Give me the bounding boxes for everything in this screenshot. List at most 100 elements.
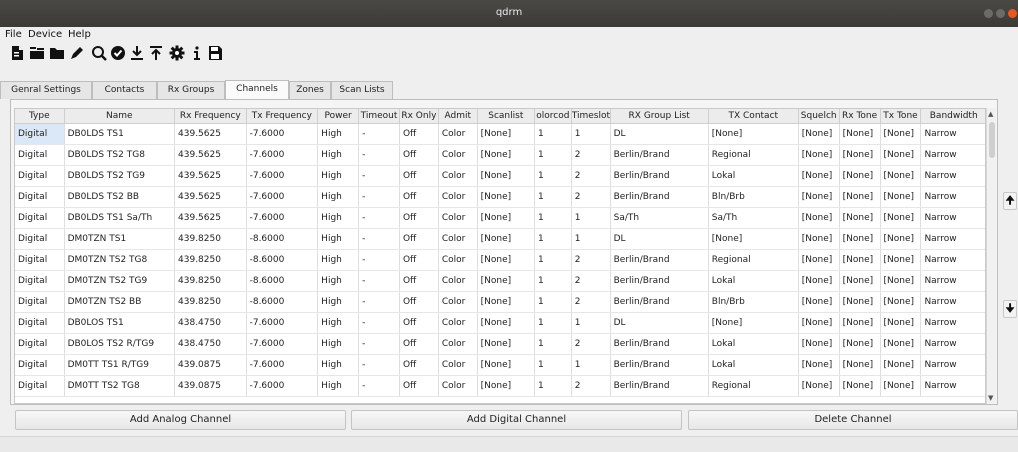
- table-cell[interactable]: Berlin/Brand: [610, 270, 709, 292]
- table-cell[interactable]: 439.8250: [174, 228, 247, 250]
- table-cell[interactable]: Narrow: [920, 312, 985, 334]
- table-cell[interactable]: [None]: [798, 207, 840, 229]
- column-header[interactable]: Tx Tone: [880, 109, 922, 124]
- table-cell[interactable]: Lokal: [708, 333, 799, 355]
- table-cell[interactable]: Off: [399, 228, 439, 250]
- table-cell[interactable]: 1: [534, 312, 572, 334]
- table-cell[interactable]: 1: [534, 270, 572, 292]
- table-cell[interactable]: Bln/Brb: [708, 291, 799, 313]
- column-header[interactable]: Timeout: [358, 109, 400, 124]
- table-cell[interactable]: DL: [610, 312, 709, 334]
- menu-file[interactable]: File: [5, 29, 22, 40]
- table-cell[interactable]: [None]: [880, 249, 922, 271]
- vertical-scrollbar[interactable]: ▲ ▼: [986, 108, 996, 404]
- tab-channels[interactable]: Channels: [225, 80, 289, 99]
- column-header[interactable]: Tx Frequency: [246, 109, 319, 124]
- table-cell[interactable]: [None]: [477, 270, 535, 292]
- column-header[interactable]: Type: [15, 109, 65, 124]
- table-cell[interactable]: [None]: [839, 312, 881, 334]
- table-cell[interactable]: DM0TZN TS2 TG8: [64, 249, 176, 271]
- table-cell[interactable]: Color: [438, 228, 478, 250]
- table-cell[interactable]: Color: [438, 144, 478, 166]
- table-cell[interactable]: [None]: [477, 354, 535, 376]
- table-cell[interactable]: Color: [438, 291, 478, 313]
- table-cell[interactable]: Narrow: [920, 249, 985, 271]
- table-cell[interactable]: Off: [399, 333, 439, 355]
- save-icon[interactable]: [206, 44, 224, 62]
- table-cell[interactable]: High: [317, 228, 360, 250]
- column-header[interactable]: Scanlist: [477, 109, 535, 124]
- table-cell[interactable]: [None]: [477, 228, 535, 250]
- table-cell[interactable]: 439.5625: [174, 207, 247, 229]
- table-cell[interactable]: 439.0875: [174, 375, 247, 397]
- table-cell[interactable]: [None]: [708, 312, 799, 334]
- table-cell[interactable]: -8.6000: [246, 270, 319, 292]
- table-cell[interactable]: Off: [399, 249, 439, 271]
- table-cell[interactable]: High: [317, 123, 360, 145]
- table-cell[interactable]: Berlin/Brand: [610, 333, 709, 355]
- table-cell[interactable]: 1: [534, 207, 572, 229]
- table-cell[interactable]: -7.6000: [246, 123, 319, 145]
- table-cell[interactable]: -8.6000: [246, 249, 319, 271]
- column-header[interactable]: Name: [64, 109, 176, 124]
- table-cell[interactable]: [None]: [798, 270, 840, 292]
- table-cell[interactable]: [None]: [839, 186, 881, 208]
- table-cell[interactable]: [None]: [477, 186, 535, 208]
- table-row[interactable]: Digital DM0TZN TS2 TG9 439.8250 -8.6000 High…: [15, 270, 985, 292]
- table-cell[interactable]: DB0LDS TS1: [64, 123, 176, 145]
- table-cell[interactable]: 439.5625: [174, 165, 247, 187]
- open-folder-icon[interactable]: [48, 44, 66, 62]
- table-cell[interactable]: 2: [571, 270, 611, 292]
- table-cell[interactable]: [None]: [798, 165, 840, 187]
- tab-zones[interactable]: Zones: [289, 81, 331, 99]
- table-cell[interactable]: Berlin/Brand: [610, 165, 709, 187]
- table-cell[interactable]: [None]: [477, 123, 535, 145]
- column-header[interactable]: Rx Only: [399, 109, 439, 124]
- table-cell[interactable]: -7.6000: [246, 186, 319, 208]
- table-cell[interactable]: DB0LDS TS2 BB: [64, 186, 176, 208]
- table-cell[interactable]: Off: [399, 354, 439, 376]
- table-cell[interactable]: Digital: [15, 123, 65, 145]
- table-cell[interactable]: -: [358, 354, 400, 376]
- table-cell[interactable]: High: [317, 333, 360, 355]
- table-cell[interactable]: Narrow: [920, 144, 985, 166]
- table-cell[interactable]: Color: [438, 186, 478, 208]
- table-cell[interactable]: [None]: [880, 228, 922, 250]
- table-cell[interactable]: Berlin/Brand: [610, 144, 709, 166]
- table-cell[interactable]: Digital: [15, 249, 65, 271]
- table-cell[interactable]: High: [317, 207, 360, 229]
- table-cell[interactable]: 2: [571, 144, 611, 166]
- table-cell[interactable]: 2: [571, 291, 611, 313]
- table-cell[interactable]: 2: [571, 186, 611, 208]
- maximize-button[interactable]: [996, 9, 1005, 18]
- table-cell[interactable]: Color: [438, 249, 478, 271]
- table-cell[interactable]: Off: [399, 207, 439, 229]
- table-cell[interactable]: Color: [438, 354, 478, 376]
- table-cell[interactable]: Berlin/Brand: [610, 375, 709, 397]
- table-cell[interactable]: Regional: [708, 375, 799, 397]
- table-cell[interactable]: [None]: [839, 375, 881, 397]
- table-cell[interactable]: -7.6000: [246, 333, 319, 355]
- table-row[interactable]: Digital DM0TT TS1 R/TG9 439.0875 -7.6000 Hig…: [15, 354, 985, 376]
- table-cell[interactable]: 439.5625: [174, 186, 247, 208]
- table-cell[interactable]: -7.6000: [246, 312, 319, 334]
- table-cell[interactable]: DL: [610, 228, 709, 250]
- table-cell[interactable]: -: [358, 165, 400, 187]
- table-cell[interactable]: Digital: [15, 144, 65, 166]
- table-cell[interactable]: 439.5625: [174, 144, 247, 166]
- table-cell[interactable]: DB0LDS TS2 TG8: [64, 144, 176, 166]
- table-cell[interactable]: [None]: [798, 228, 840, 250]
- table-row[interactable]: Digital DB0LDS TS2 BB 439.5625 -7.6000 High -…: [15, 186, 985, 208]
- table-cell[interactable]: -7.6000: [246, 165, 319, 187]
- table-cell[interactable]: Narrow: [920, 123, 985, 145]
- table-cell[interactable]: [None]: [839, 270, 881, 292]
- table-row[interactable]: Digital DM0TZN TS2 TG8 439.8250 -8.6000 High…: [15, 249, 985, 271]
- table-cell[interactable]: 1: [571, 354, 611, 376]
- table-cell[interactable]: 1: [571, 207, 611, 229]
- table-cell[interactable]: Off: [399, 165, 439, 187]
- table-cell[interactable]: High: [317, 144, 360, 166]
- table-cell[interactable]: Narrow: [920, 375, 985, 397]
- table-cell[interactable]: [None]: [880, 186, 922, 208]
- table-cell[interactable]: -7.6000: [246, 354, 319, 376]
- move-down-button[interactable]: 🠋: [1003, 300, 1017, 318]
